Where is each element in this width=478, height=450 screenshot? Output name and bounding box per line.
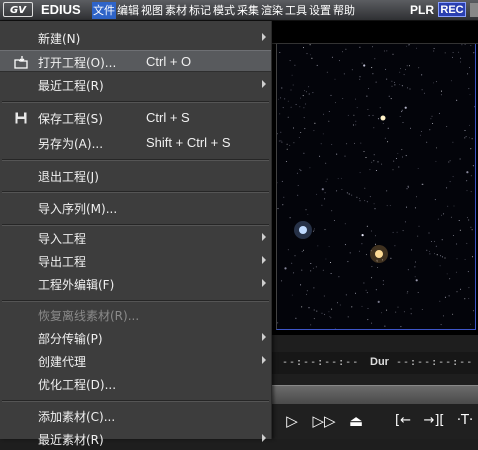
menu-item-label: 恢复离线素材(R)... (38, 309, 140, 323)
menu-item-label: 导入工程 (38, 232, 87, 246)
menu-clip[interactable]: 素材 (164, 2, 188, 19)
menu-separator (2, 191, 269, 193)
submenu-arrow-icon (262, 279, 266, 287)
menu-item-label: 创建代理 (38, 355, 87, 369)
menu-item-shortcut: Shift + Ctrl + S (146, 135, 231, 150)
menu-separator (2, 101, 269, 103)
menu-view[interactable]: 视图 (140, 2, 164, 19)
menu-item-external-edit[interactable]: 工程外编辑(F) (0, 273, 271, 295)
split-icon[interactable]: ·T· (452, 410, 478, 432)
menu-separator (2, 224, 269, 226)
menu-item-create-proxy[interactable]: 创建代理 (0, 350, 271, 372)
menu-capture[interactable]: 采集 (236, 2, 260, 19)
menu-item-label: 新建(N) (38, 32, 81, 46)
menu-item-label: 部分传输(P) (38, 332, 103, 346)
menu-item-label: 保存工程(S) (38, 112, 103, 126)
submenu-arrow-icon (262, 80, 266, 88)
menu-item-export-project[interactable]: 导出工程 (0, 250, 271, 272)
preview-monitor (272, 21, 478, 335)
submenu-arrow-icon (262, 333, 266, 341)
menu-settings[interactable]: 设置 (308, 2, 332, 19)
menu-tools[interactable]: 工具 (284, 2, 308, 19)
submenu-arrow-icon (262, 434, 266, 442)
menu-help[interactable]: 帮助 (332, 2, 356, 19)
window-control[interactable] (470, 3, 478, 17)
timecode-in: --:--:--:-- (282, 357, 360, 368)
menu-render[interactable]: 渲染 (260, 2, 284, 19)
file-menu-dropdown: 新建(N) 打开工程(O)... Ctrl + O 最近工程(R) 保存工程(S… (0, 21, 272, 447)
menu-item-exit-project[interactable]: 退出工程(J) (0, 165, 271, 187)
scrub-bar[interactable] (272, 385, 478, 404)
menu-item-label: 最近工程(R) (38, 79, 104, 93)
menu-item-label: 退出工程(J) (38, 170, 99, 184)
menu-item-recent-clips[interactable]: 最近素材(R) (0, 428, 271, 450)
menu-item-label: 导出工程 (38, 255, 87, 269)
menu-item-label: 导入序列(M)... (38, 202, 118, 216)
submenu-arrow-icon (262, 356, 266, 364)
menu-item-label: 工程外编辑(F) (38, 278, 115, 292)
play-icon[interactable]: ▷ (282, 410, 302, 432)
menu-separator (2, 159, 269, 161)
menu-item-import-sequence[interactable]: 导入序列(M)... (0, 197, 271, 219)
transport-controls: ▷ ▷▷ ⏏ [← →][ ·T· (272, 404, 478, 439)
floppy-disk-icon (15, 112, 27, 124)
menu-item-label: 另存为(A)... (38, 137, 104, 151)
menu-item-label: 最近素材(R) (38, 433, 104, 447)
app-name: EDIUS (41, 2, 81, 17)
plr-mode-button[interactable]: PLR (410, 3, 434, 17)
menu-file[interactable]: 文件 (92, 2, 116, 19)
menu-edit[interactable]: 编辑 (116, 2, 140, 19)
rec-mode-button[interactable]: REC (438, 2, 466, 17)
mark-in-icon[interactable]: [← (390, 410, 416, 432)
menu-item-optimize-project[interactable]: 优化工程(D)... (0, 373, 271, 395)
menu-item-save-project[interactable]: 保存工程(S) Ctrl + S (0, 107, 271, 129)
starfield-preview-image (276, 44, 476, 330)
title-bar: GV EDIUS 文件 编辑 视图 素材 标记 模式 采集 渲染 工具 设置 帮… (0, 0, 478, 21)
timecode-duration: --:--:--:-- (396, 357, 474, 368)
menu-item-restore-offline-clips: 恢复离线素材(R)... (0, 304, 271, 326)
menu-item-recent-projects[interactable]: 最近工程(R) (0, 74, 271, 96)
menu-item-new[interactable]: 新建(N) (0, 27, 271, 49)
mark-out-icon[interactable]: →][ (420, 410, 448, 432)
fast-forward-icon[interactable]: ▷▷ (310, 410, 338, 432)
menu-marker[interactable]: 标记 (188, 2, 212, 19)
menu-item-import-project[interactable]: 导入工程 (0, 227, 271, 249)
menu-bar: 文件 编辑 视图 素材 标记 模式 采集 渲染 工具 设置 帮助 (92, 2, 356, 19)
gv-logo-icon: GV (3, 2, 33, 17)
menu-item-shortcut: Ctrl + O (146, 54, 192, 69)
menu-item-save-as[interactable]: 另存为(A)... Shift + Ctrl + S (0, 132, 271, 154)
submenu-arrow-icon (262, 33, 266, 41)
menu-item-label: 添加素材(C)... (38, 410, 116, 424)
menu-mode[interactable]: 模式 (212, 2, 236, 19)
menu-item-partial-transfer[interactable]: 部分传输(P) (0, 327, 271, 349)
menu-item-label: 打开工程(O)... (38, 56, 117, 70)
menu-item-shortcut: Ctrl + S (146, 110, 190, 125)
timecode-bar: --:--:--:-- Dur --:--:--:-- (272, 352, 478, 374)
menu-item-label: 优化工程(D)... (38, 378, 117, 392)
duration-label: Dur (370, 356, 389, 368)
loop-icon[interactable]: ⏏ (342, 410, 370, 432)
menu-separator (2, 400, 269, 402)
submenu-arrow-icon (262, 233, 266, 241)
menu-separator (2, 300, 269, 302)
menu-item-open-project[interactable]: 打开工程(O)... Ctrl + O (0, 50, 271, 72)
submenu-arrow-icon (262, 256, 266, 264)
open-folder-icon (14, 56, 28, 69)
menu-item-add-clip[interactable]: 添加素材(C)... (0, 405, 271, 427)
